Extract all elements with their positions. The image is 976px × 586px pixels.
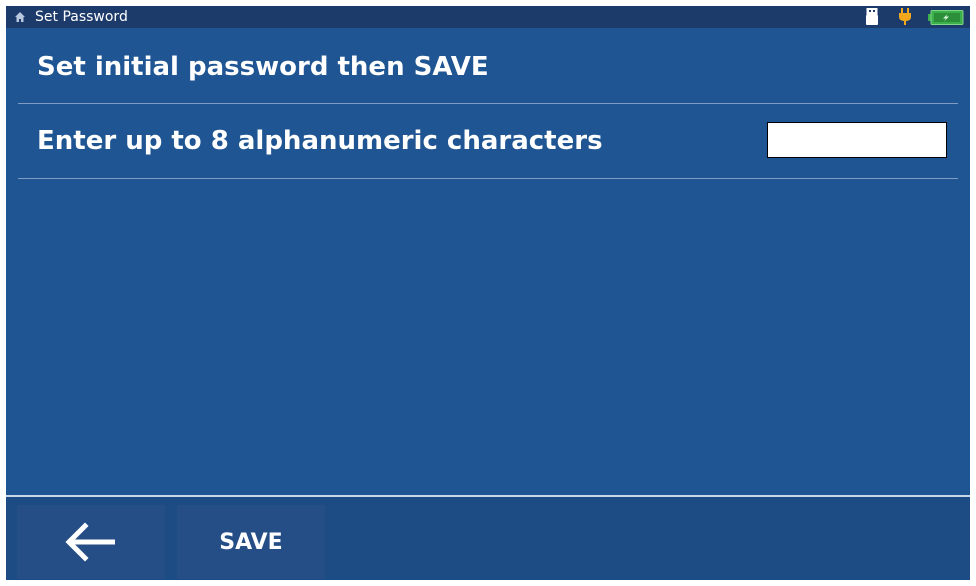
screen-title: Set Password	[35, 9, 128, 25]
bottom-toolbar: SAVE	[6, 497, 970, 580]
home-icon	[15, 12, 25, 22]
battery-icon	[928, 10, 964, 25]
page-heading: Set initial password then SAVE	[37, 52, 489, 82]
save-button-label: SAVE	[219, 529, 283, 555]
arrow-left-icon	[65, 522, 115, 562]
status-bar: Set Password	[6, 6, 970, 28]
password-input[interactable]	[767, 122, 947, 158]
usb-icon	[866, 8, 878, 25]
device-screen: Set Password Set initial password then S…	[6, 6, 970, 580]
save-button[interactable]: SAVE	[177, 505, 325, 579]
back-button[interactable]	[17, 505, 165, 579]
heading-row: Set initial password then SAVE	[18, 28, 958, 104]
password-entry-row: Enter up to 8 alphanumeric characters	[18, 104, 958, 179]
password-prompt-label: Enter up to 8 alphanumeric characters	[37, 126, 603, 156]
plug-icon	[899, 8, 911, 25]
